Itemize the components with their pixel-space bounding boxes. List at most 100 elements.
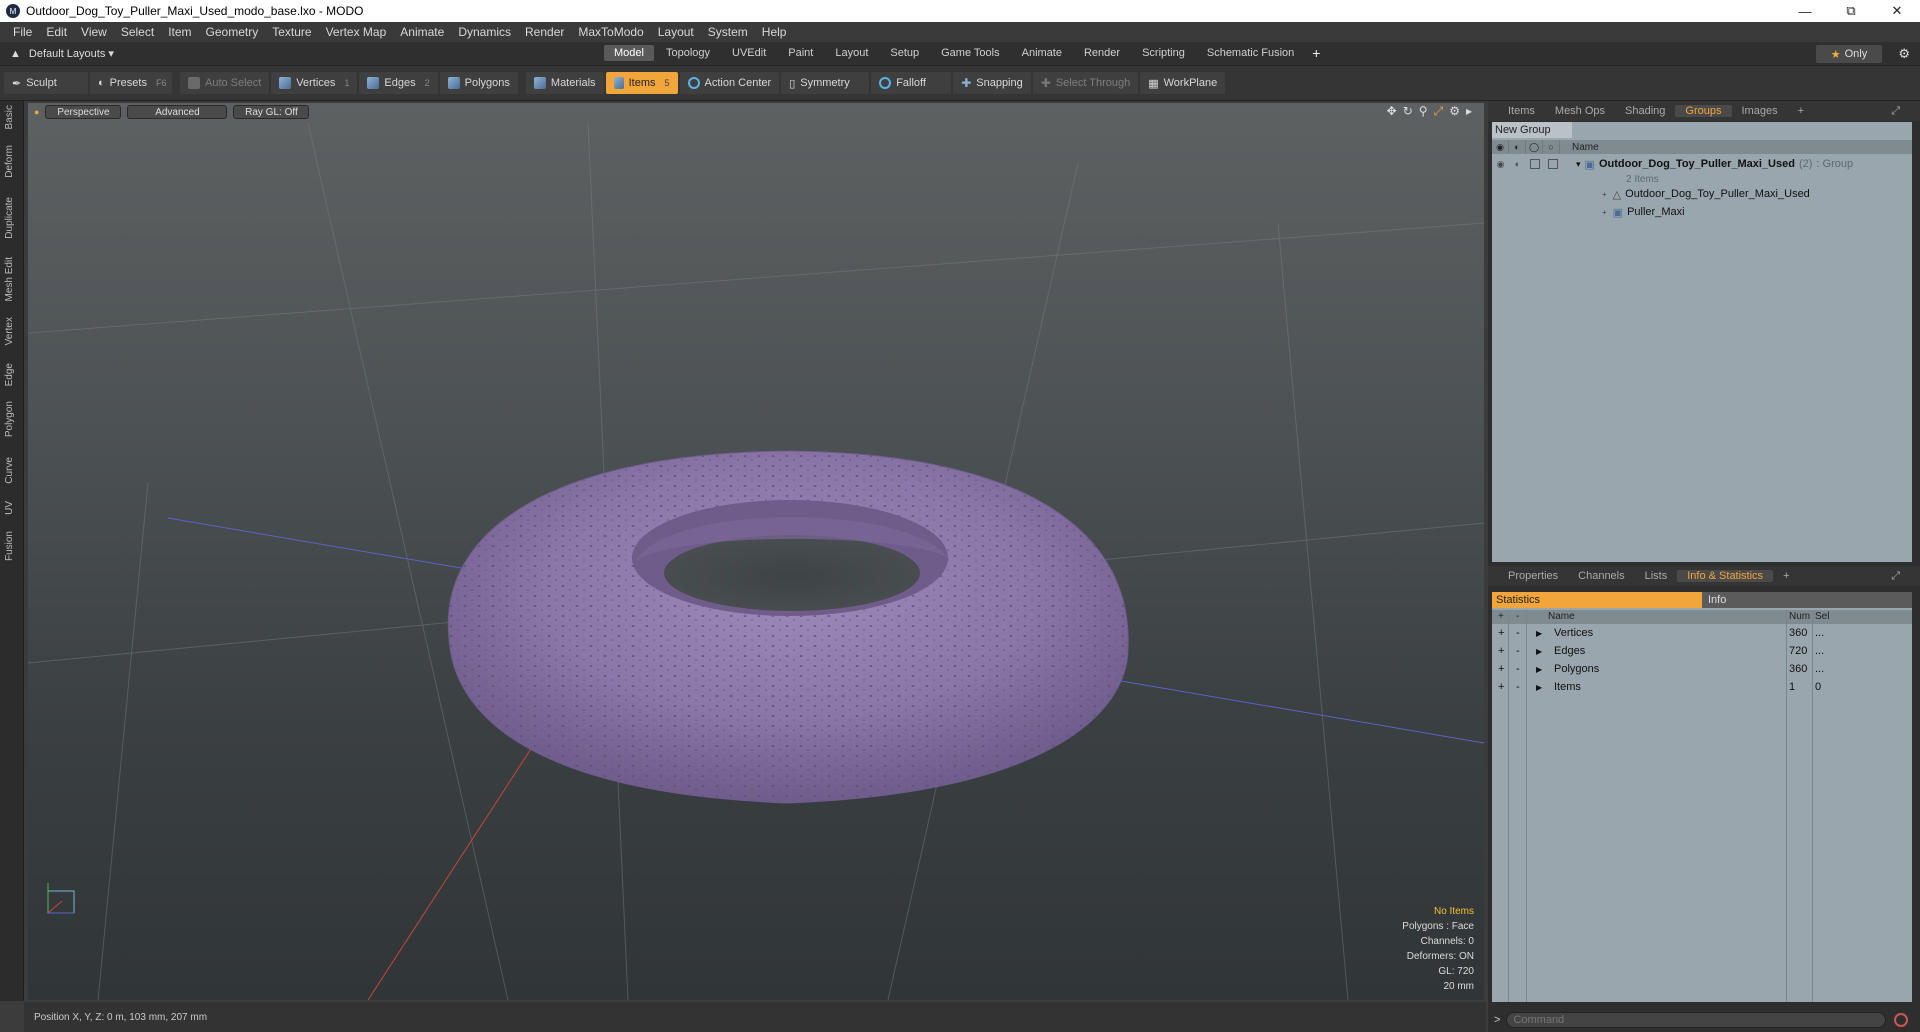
tab-groups[interactable]: Groups — [1675, 105, 1732, 117]
menu-layout[interactable]: Layout — [651, 25, 701, 39]
vtab-mesh-edit[interactable]: Mesh Edit — [4, 257, 15, 301]
add-info-tab-icon[interactable]: + — [1773, 570, 1799, 582]
select-col-icon[interactable]: ○ — [1543, 140, 1560, 154]
symmetry-button[interactable]: ▯ Symmetry — [781, 72, 870, 94]
raygl-button[interactable]: Ray GL: Off — [233, 105, 310, 119]
statistics-toggle[interactable]: Statistics — [1492, 592, 1702, 608]
rotate-icon[interactable]: ↻ — [1403, 104, 1413, 119]
tab-info-statistics[interactable]: Info & Statistics — [1677, 570, 1774, 582]
tab-game-tools[interactable]: Game Tools — [931, 45, 1010, 61]
fit-icon[interactable]: ⤢ — [1434, 104, 1444, 119]
menu-animate[interactable]: Animate — [393, 25, 451, 39]
menu-view[interactable]: View — [74, 25, 114, 39]
shading-advanced-button[interactable]: Advanced — [127, 105, 228, 119]
auto-select-button[interactable]: Auto Select — [180, 72, 270, 94]
tab-schematic-fusion[interactable]: Schematic Fusion — [1197, 45, 1304, 61]
tab-uvedit[interactable]: UVEdit — [722, 45, 776, 61]
pan-icon[interactable]: ✥ — [1387, 104, 1397, 119]
row-collapse-icon[interactable]: - — [1516, 663, 1520, 675]
expand-all-icon[interactable]: + — [1498, 611, 1504, 622]
menu-maxtomodo[interactable]: MaxToModo — [571, 25, 650, 39]
visibility-col-icon[interactable]: ◉ — [1492, 140, 1509, 154]
vtab-deform[interactable]: Deform — [4, 145, 15, 178]
row-collapse-icon[interactable]: - — [1516, 645, 1520, 657]
falloff-button[interactable]: Falloff — [871, 72, 952, 94]
maximize-button[interactable]: ⧉ — [1828, 0, 1874, 22]
tab-mesh-ops[interactable]: Mesh Ops — [1545, 105, 1615, 117]
vtab-polygon[interactable]: Polygon — [4, 401, 15, 437]
select-through-button[interactable]: ✚ Select Through — [1032, 72, 1139, 94]
vtab-curve[interactable]: Curve — [4, 457, 15, 484]
vtab-fusion[interactable]: Fusion — [4, 531, 15, 561]
render-col-icon[interactable]: ◐ — [1509, 140, 1526, 154]
viewport-expand-icon[interactable]: ▸ — [1466, 104, 1472, 119]
stats-row-vertices[interactable]: + - ▶ Vertices 360 ... — [1492, 625, 1912, 643]
tab-images[interactable]: Images — [1732, 105, 1788, 117]
tab-scripting[interactable]: Scripting — [1132, 45, 1195, 61]
row-expand-icon[interactable]: + — [1498, 627, 1504, 639]
minimize-button[interactable]: — — [1782, 0, 1828, 22]
row-arrow-icon[interactable]: ▶ — [1536, 629, 1542, 638]
menu-help[interactable]: Help — [755, 25, 794, 39]
viewport-gear-icon[interactable]: ⚙ — [1449, 104, 1460, 119]
layout-arrow-icon[interactable]: ▲ — [10, 48, 21, 60]
edges-button[interactable]: Edges 2 — [359, 72, 438, 94]
command-input[interactable] — [1506, 1011, 1887, 1028]
tab-animate[interactable]: Animate — [1012, 45, 1072, 61]
tab-paint[interactable]: Paint — [778, 45, 823, 61]
tab-channels[interactable]: Channels — [1568, 570, 1634, 582]
collapse-all-icon[interactable]: - — [1516, 611, 1519, 622]
menu-vertex-map[interactable]: Vertex Map — [319, 25, 394, 39]
zoom-icon[interactable]: ⚲ — [1419, 104, 1428, 119]
workplane-button[interactable]: ▦ WorkPlane — [1140, 72, 1226, 94]
presets-button[interactable]: ◐ Presets F6 — [90, 72, 172, 94]
tab-setup[interactable]: Setup — [880, 45, 929, 61]
vtab-basic[interactable]: Basic — [4, 105, 15, 129]
row-arrow-icon[interactable]: ▶ — [1536, 665, 1542, 674]
vtab-vertex[interactable]: Vertex — [4, 317, 15, 345]
select-checkbox[interactable] — [1548, 159, 1558, 169]
row-expand-icon[interactable]: + — [1498, 663, 1504, 675]
viewport-menu-dot[interactable]: ● — [34, 107, 39, 117]
only-button[interactable]: ★ Only — [1816, 45, 1882, 63]
info-toggle[interactable]: Info — [1702, 592, 1912, 608]
menu-texture[interactable]: Texture — [265, 25, 318, 39]
stats-row-items[interactable]: + - ▶ Items 1 0 — [1492, 679, 1912, 697]
row-collapse-icon[interactable]: - — [1516, 627, 1520, 639]
menu-geometry[interactable]: Geometry — [199, 25, 266, 39]
stats-row-edges[interactable]: + - ▶ Edges 720 ... — [1492, 643, 1912, 661]
tab-properties[interactable]: Properties — [1498, 570, 1568, 582]
menu-edit[interactable]: Edit — [39, 25, 74, 39]
tab-model[interactable]: Model — [604, 45, 654, 61]
tab-render[interactable]: Render — [1074, 45, 1130, 61]
new-group-button[interactable]: New Group — [1492, 122, 1572, 138]
child-expand-icon[interactable]: + — [1602, 208, 1607, 217]
view-perspective-button[interactable]: Perspective — [45, 105, 122, 119]
row-arrow-icon[interactable]: ▶ — [1536, 683, 1542, 692]
group-child-row[interactable]: + △ Outdoor_Dog_Toy_Puller_Maxi_Used — [1492, 185, 1912, 203]
lock-checkbox[interactable] — [1530, 159, 1540, 169]
action-center-button[interactable]: Action Center — [679, 72, 780, 94]
expand-panel-icon[interactable]: ⤢ — [1881, 105, 1910, 118]
row-collapse-icon[interactable]: - — [1516, 681, 1520, 693]
items-button[interactable]: Items 5 — [605, 72, 678, 94]
stats-row-polygons[interactable]: + - ▶ Polygons 360 ... — [1492, 661, 1912, 679]
lock-col-icon[interactable]: ◯ — [1526, 140, 1543, 154]
vtab-duplicate[interactable]: Duplicate — [4, 197, 15, 239]
visibility-eye-icon[interactable]: ◉ — [1492, 159, 1509, 170]
vtab-edge[interactable]: Edge — [4, 363, 15, 386]
row-expand-icon[interactable]: + — [1498, 645, 1504, 657]
menu-file[interactable]: File — [6, 25, 39, 39]
menu-render[interactable]: Render — [518, 25, 571, 39]
close-button[interactable]: ✕ — [1874, 0, 1920, 22]
child-expand-icon[interactable]: + — [1602, 190, 1607, 199]
gear-icon[interactable]: ⚙ — [1898, 46, 1910, 62]
3d-viewport[interactable]: ● Perspective Advanced Ray GL: Off ✥ ↻ ⚲… — [28, 103, 1484, 1000]
add-tab-icon[interactable]: + — [1306, 45, 1326, 61]
expand-info-panel-icon[interactable]: ⤢ — [1881, 570, 1910, 583]
tab-layout[interactable]: Layout — [825, 45, 878, 61]
group-child-row[interactable]: + ▣ Puller_Maxi — [1492, 203, 1912, 221]
tab-lists[interactable]: Lists — [1635, 570, 1678, 582]
record-macro-icon[interactable] — [1894, 1012, 1909, 1027]
add-panel-tab-icon[interactable]: + — [1788, 105, 1814, 117]
